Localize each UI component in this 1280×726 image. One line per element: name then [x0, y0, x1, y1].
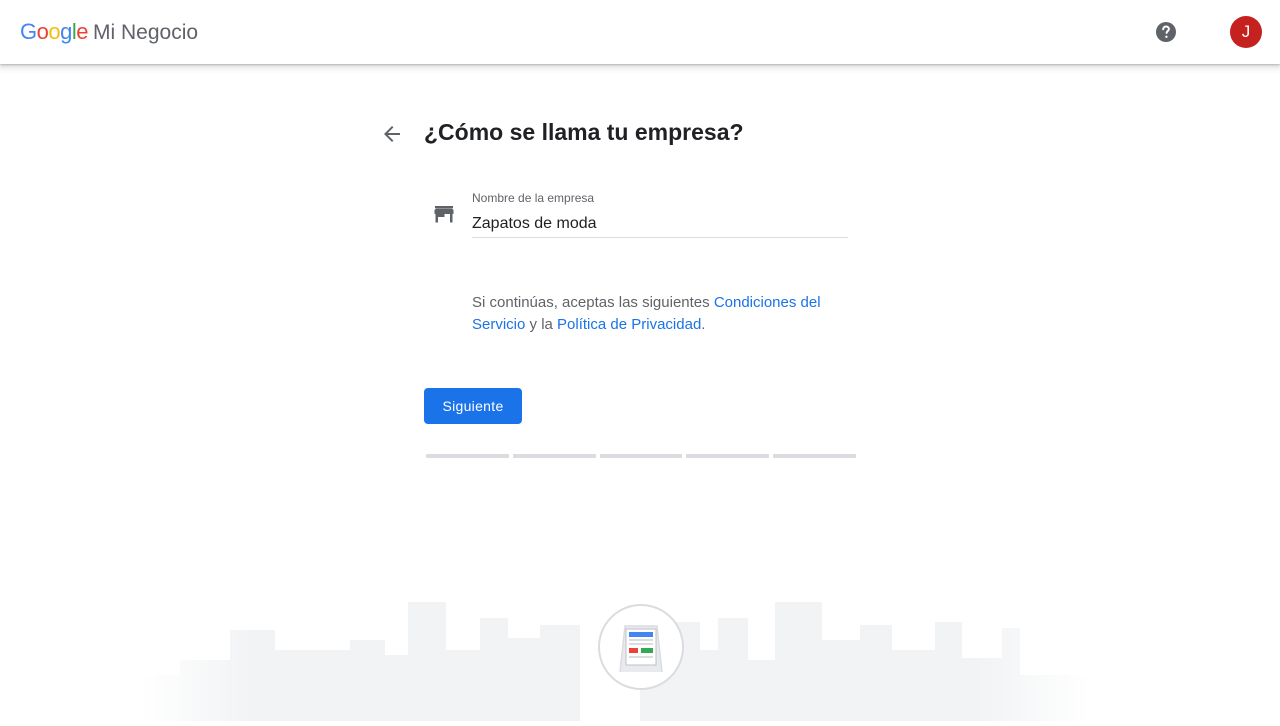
- account-avatar[interactable]: J: [1230, 16, 1262, 48]
- business-name-field[interactable]: Nombre de la empresa: [472, 189, 848, 238]
- business-name-input[interactable]: [472, 213, 848, 235]
- logo-letter-2: o: [36, 19, 49, 44]
- logo-letter-4: g: [60, 19, 72, 44]
- google-my-business-logo[interactable]: Google Mi Negocio: [20, 19, 198, 47]
- terms-notice: Si continúas, aceptas las siguientes Con…: [472, 292, 862, 336]
- arrow-back-icon[interactable]: [380, 122, 404, 146]
- business-storefront-emblem-icon: [598, 604, 684, 690]
- logo-letter-6: e: [76, 19, 89, 44]
- storefront-icon: [434, 205, 454, 225]
- product-name: Mi Negocio: [93, 21, 199, 44]
- progress-step-1: [426, 454, 509, 458]
- top-app-bar: Google Mi Negocio J: [0, 0, 1280, 64]
- next-button[interactable]: Siguiente: [424, 388, 522, 424]
- progress-step-5: [773, 454, 856, 458]
- progress-step-4: [686, 454, 770, 458]
- terms-prefix: Si continúas, aceptas las siguientes: [472, 294, 714, 311]
- page-title: ¿Cómo se llama tu empresa?: [424, 119, 744, 145]
- terms-middle: y la: [525, 316, 558, 333]
- progress-step-2: [512, 454, 596, 458]
- avatar-initial: J: [1241, 22, 1251, 41]
- progress-step-3: [599, 454, 683, 458]
- privacy-policy-link[interactable]: Política de Privacidad: [557, 316, 701, 333]
- logo-letter-3: o: [48, 19, 61, 44]
- business-name-label: Nombre de la empresa: [472, 191, 595, 205]
- help-icon[interactable]: [1154, 20, 1178, 44]
- terms-suffix: .: [701, 316, 706, 333]
- logo-letter-1: G: [20, 19, 37, 44]
- progress-indicator: [426, 454, 856, 458]
